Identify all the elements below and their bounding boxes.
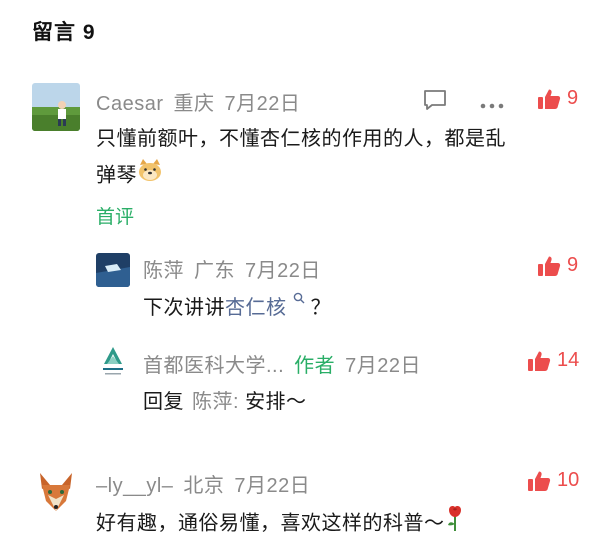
location: 广东 [194, 260, 235, 282]
username[interactable]: 陈萍 [143, 260, 184, 282]
username[interactable]: –ly__yl– [96, 475, 173, 497]
avatar-chenping[interactable] [96, 253, 130, 287]
thumbs-up-icon [538, 89, 561, 109]
like-button[interactable]: 10 [527, 469, 579, 492]
like-count: 9 [567, 254, 579, 276]
comment-text: 只懂前额叶，不懂杏仁核的作用的人，都是乱 弹琴 [96, 121, 576, 195]
comment-meta: –ly__yl– 北京 7月22日 [96, 469, 320, 498]
location: 北京 [183, 475, 225, 497]
avatar-ly-yl[interactable] [32, 467, 80, 515]
date: 7月22日 [234, 475, 311, 497]
author-tag: 作者 [294, 355, 336, 377]
username[interactable]: 首都医科大学... [143, 355, 284, 377]
comment-text: 好有趣，通俗易懂，喜欢这样的科普～ [96, 504, 465, 544]
reply-text: 下次讲讲杏仁核 ？ [143, 290, 331, 326]
avatar-caesar[interactable] [32, 83, 80, 131]
like-button[interactable]: 14 [527, 349, 579, 372]
location: 重庆 [173, 93, 215, 115]
reply-icon[interactable] [422, 88, 448, 117]
comment-meta: Caesar 重庆 7月22日 [96, 87, 310, 116]
reply-text-suffix: ？ [310, 297, 332, 319]
comment-text-line: 只懂前额叶，不懂杏仁核的作用的人，都是乱 [96, 128, 506, 150]
search-icon [287, 287, 311, 309]
more-icon[interactable] [480, 96, 504, 114]
avatar-image [32, 83, 80, 131]
reply-text-prefix: 下次讲讲 [143, 297, 225, 319]
comment-text-line: 弹琴 [96, 157, 576, 195]
dog-face-emoji [137, 157, 163, 195]
reply-text: 回复 陈萍: 安排～ [143, 384, 307, 420]
reply-text-prefix: 回复 [143, 391, 184, 413]
like-button[interactable]: 9 [537, 87, 578, 110]
username[interactable]: Caesar [96, 93, 163, 115]
date: 7月22日 [224, 93, 301, 115]
thumbs-up-icon [528, 351, 551, 371]
rose-emoji [445, 504, 465, 544]
like-count: 9 [567, 87, 579, 109]
university-logo [96, 344, 130, 384]
comments-title: 留言 9 [32, 21, 96, 44]
reply-to-mention[interactable]: 陈萍: [192, 391, 239, 413]
reply-meta: 首都医科大学... 作者 7月22日 [143, 349, 431, 378]
search-link[interactable]: 杏仁核 [225, 297, 287, 319]
like-button[interactable]: 9 [537, 254, 578, 277]
first-comment-badge: 首评 [96, 207, 135, 228]
reply-meta: 陈萍 广东 7月22日 [143, 254, 331, 283]
date: 7月22日 [245, 260, 321, 282]
fox-avatar-image [32, 467, 80, 515]
comment-text-part: 弹琴 [96, 164, 137, 187]
thumbs-up-icon [538, 256, 561, 276]
like-count: 10 [557, 469, 580, 491]
thumbs-up-icon [528, 471, 551, 491]
avatar-author[interactable] [96, 344, 130, 384]
reply-text-body: 安排～ [245, 391, 307, 413]
like-count: 14 [557, 349, 580, 371]
comment-text-part: 好有趣，通俗易懂，喜欢这样的科普～ [96, 512, 445, 535]
date: 7月22日 [345, 355, 422, 377]
avatar-image [96, 253, 130, 287]
